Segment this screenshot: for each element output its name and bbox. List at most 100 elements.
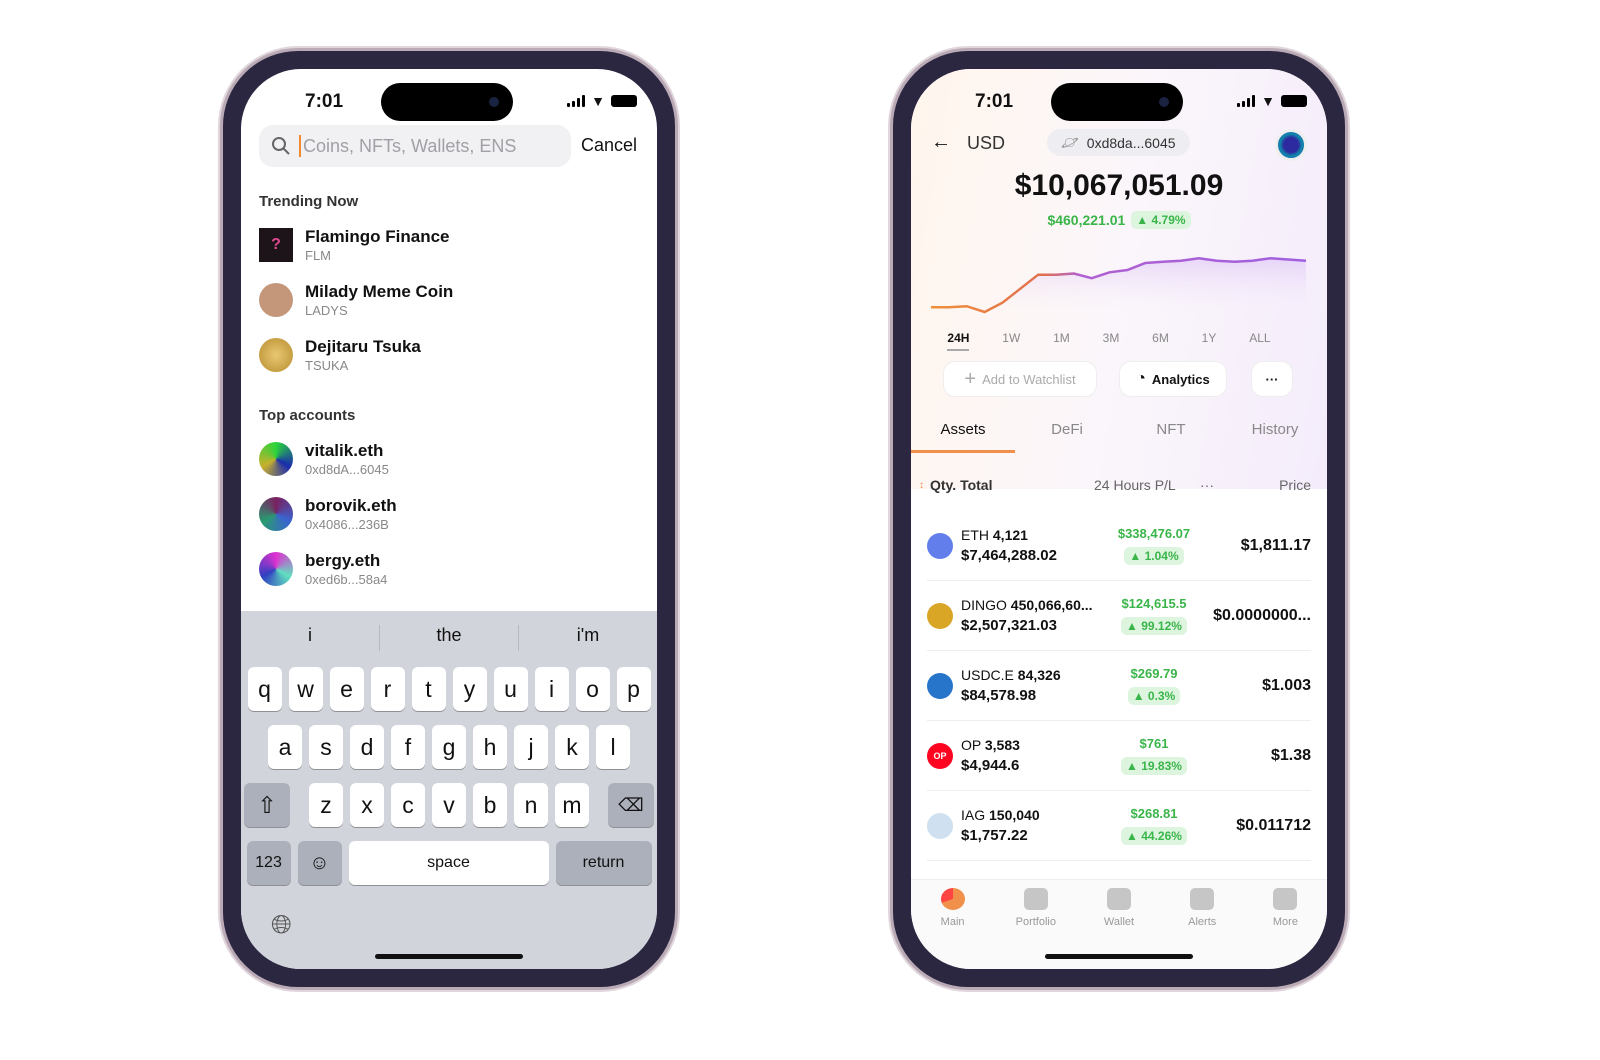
space-key[interactable]: space [348, 841, 549, 885]
key[interactable]: u [493, 667, 528, 711]
account-item[interactable]: vitalik.eth 0xd8dA...6045 [259, 441, 389, 477]
currency-label[interactable]: USD [967, 133, 1005, 154]
key[interactable]: m [555, 783, 589, 827]
asset-row[interactable]: USDC.E 84,326 $84,578.98 $269.79 ▲ 0.3% $1.0… [927, 651, 1311, 721]
add-to-watchlist-button[interactable]: + Add to Watchlist [943, 361, 1097, 397]
trending-title: Trending Now [259, 193, 359, 210]
range-option[interactable]: 1Y [1202, 331, 1217, 351]
total-balance: $10,067,051.09 [1014, 169, 1224, 202]
shift-key[interactable]: ⇧ [244, 783, 290, 827]
asset-pl: $269.79 ▲ 0.3% [1109, 666, 1199, 705]
asset-total: $2,507,321.03 [961, 617, 1057, 634]
key[interactable]: g [432, 725, 466, 769]
globe-icon[interactable]: 🌐︎ [271, 909, 292, 941]
back-arrow-icon[interactable]: ← [931, 131, 951, 154]
return-key[interactable]: return [555, 841, 652, 885]
tsuka-coin-icon [259, 338, 293, 372]
key[interactable]: n [514, 783, 548, 827]
tab-assets[interactable]: Assets [911, 421, 1015, 453]
tab-defi[interactable]: DeFi [1015, 421, 1119, 453]
range-option[interactable]: 24H [947, 331, 970, 351]
range-option[interactable]: ALL [1249, 331, 1270, 351]
key[interactable]: y [452, 667, 487, 711]
main-icon [940, 888, 965, 910]
tab-history[interactable]: History [1223, 421, 1327, 453]
suggestion[interactable]: the [380, 625, 518, 651]
wifi-icon: ▼ [1261, 93, 1275, 109]
key[interactable]: l [596, 725, 630, 769]
pl-value: $268.81 [1130, 806, 1178, 821]
key[interactable]: h [473, 725, 507, 769]
trending-item[interactable]: Milady Meme Coin LADYS [259, 282, 453, 318]
range-option[interactable]: 3M [1103, 331, 1120, 351]
pl-column-header[interactable]: 24 Hours P/L [1094, 477, 1214, 493]
key[interactable]: w [288, 667, 323, 711]
address-pill[interactable]: 🪐︎ 0xd8da...6045 [1047, 129, 1190, 156]
asset-row[interactable]: IAG 150,040 $1,757.22 $268.81 ▲ 44.26% $0.01… [927, 791, 1311, 861]
trending-item[interactable]: ? Flamingo Finance FLM [259, 227, 450, 263]
signal-icon [1237, 95, 1256, 107]
key[interactable]: a [268, 725, 302, 769]
numbers-key[interactable]: 123 [246, 841, 291, 885]
more-actions-button[interactable]: ··· [1251, 361, 1293, 397]
key[interactable]: s [309, 725, 343, 769]
tab-nft[interactable]: NFT [1119, 421, 1223, 453]
analytics-button[interactable]: ◔ Analytics [1119, 361, 1227, 397]
pl-badge: ▲ 19.83% [1121, 757, 1187, 775]
key[interactable]: c [391, 783, 425, 827]
range-option[interactable]: 1W [1002, 331, 1020, 351]
signal-icon [567, 95, 586, 107]
account-item[interactable]: borovik.eth 0x4086...236B [259, 496, 397, 532]
trending-item[interactable]: Dejitaru Tsuka TSUKA [259, 337, 421, 373]
pl-value: $338,476.07 [1117, 526, 1191, 541]
asset-qty-total: OP 3,583 $4,944.6 [961, 737, 1109, 774]
more-icon [1273, 888, 1298, 910]
key[interactable]: f [391, 725, 425, 769]
key[interactable]: b [473, 783, 507, 827]
suggestion[interactable]: i'm [519, 625, 657, 651]
profile-avatar[interactable] [1275, 129, 1307, 161]
key[interactable]: r [370, 667, 405, 711]
asset-symbol: OP [961, 737, 981, 753]
account-item[interactable]: bergy.eth 0xed6b...58a4 [259, 551, 387, 587]
emoji-key[interactable]: ☺ [297, 841, 342, 885]
backspace-key[interactable]: ⌫ [608, 783, 654, 827]
pl-more-icon[interactable]: ··· [1200, 477, 1214, 493]
nav-main[interactable]: Main [911, 888, 994, 969]
key[interactable]: e [329, 667, 364, 711]
asset-row[interactable]: ETH 4,121 $7,464,288.02 $338,476.07 ▲ 1.04%… [927, 511, 1311, 581]
asset-qty-total: ETH 4,121 $7,464,288.02 [961, 527, 1109, 564]
pl-value: $761 [1139, 736, 1169, 751]
key[interactable]: j [514, 725, 548, 769]
key[interactable]: o [575, 667, 610, 711]
key[interactable]: i [534, 667, 569, 711]
key-row-4: 123 ☺ space return [241, 841, 657, 885]
balance-chart [931, 257, 1306, 319]
nav-more[interactable]: More [1244, 888, 1327, 969]
key[interactable]: z [309, 783, 343, 827]
key[interactable]: k [555, 725, 589, 769]
pl-pct: 44.26% [1141, 829, 1182, 843]
account-address: 0xed6b...58a4 [305, 572, 388, 587]
sort-icon[interactable]: ↕ [919, 480, 924, 491]
search-input[interactable]: Coins, NFTs, Wallets, ENS [259, 125, 571, 167]
dingo-logo-icon [927, 602, 953, 629]
key[interactable]: p [616, 667, 651, 711]
nav-label: Alerts [1188, 916, 1217, 928]
dynamic-island [381, 83, 513, 121]
range-option[interactable]: 1M [1053, 331, 1070, 351]
suggestion[interactable]: i [241, 625, 379, 651]
key[interactable]: t [411, 667, 446, 711]
qty-column-header[interactable]: Qty. Total [930, 477, 1094, 493]
key[interactable]: d [350, 725, 384, 769]
asset-row[interactable]: OP OP 3,583 $4,944.6 $761 ▲ 19.83% $1.38 [927, 721, 1311, 791]
asset-qty: 450,066,60... [1010, 597, 1093, 613]
cancel-button[interactable]: Cancel [581, 135, 637, 156]
range-option[interactable]: 6M [1152, 331, 1169, 351]
price-column-header[interactable]: Price [1214, 477, 1311, 493]
key[interactable]: q [247, 667, 282, 711]
key[interactable]: v [432, 783, 466, 827]
asset-row[interactable]: DINGO 450,066,60... $2,507,321.03 $124,615… [927, 581, 1311, 651]
key[interactable]: x [350, 783, 384, 827]
search-icon [272, 137, 290, 155]
